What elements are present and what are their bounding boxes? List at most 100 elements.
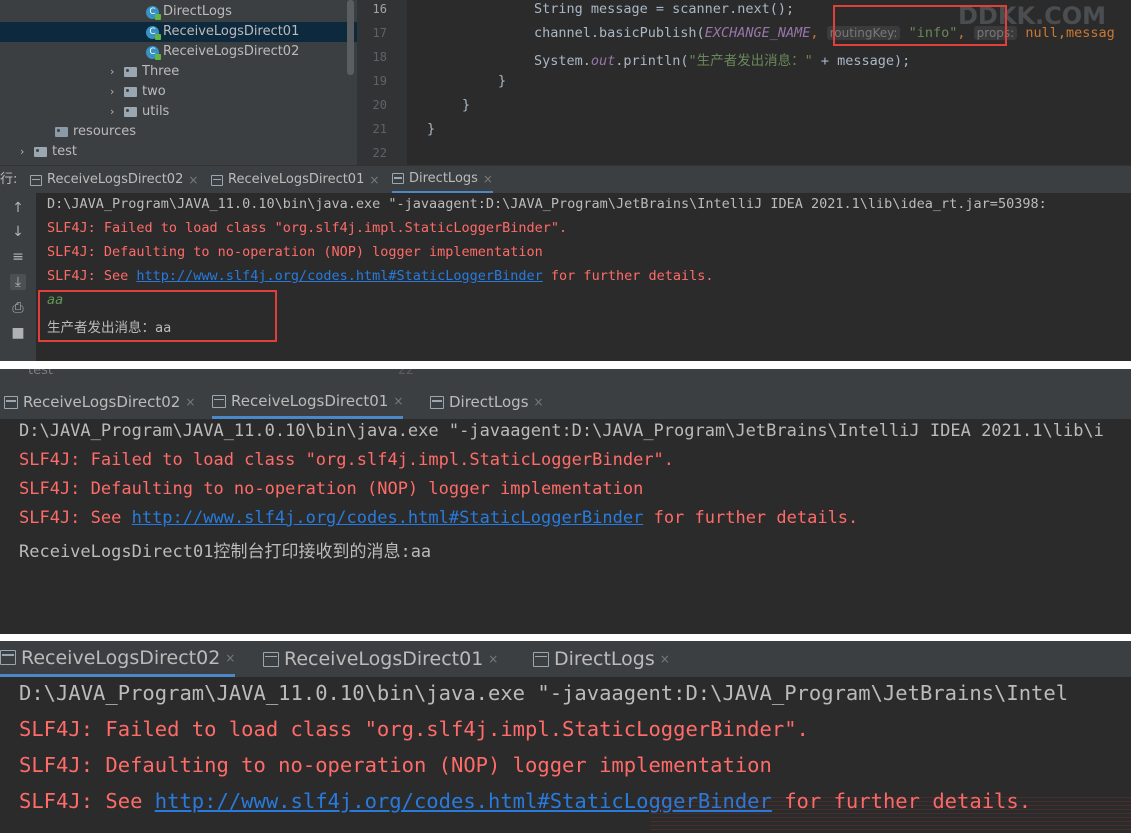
- tree-item-three[interactable]: › Three: [110, 62, 179, 82]
- watermark-overlay: [650, 797, 1131, 833]
- tree-scrollbar[interactable]: [347, 0, 354, 75]
- tab-label: DirectLogs: [554, 648, 655, 670]
- code-line-21: }: [427, 121, 436, 137]
- print-icon[interactable]: ⎙: [10, 300, 26, 316]
- truncated-tree-strip: test 22: [0, 369, 1131, 386]
- console-output-line: ReceiveLogsDirect01控制台打印接收到的消息:aa: [19, 542, 432, 562]
- tree-item-two[interactable]: › two: [110, 82, 166, 102]
- string-token: "生产者发出消息：": [688, 53, 813, 69]
- line-number: 19: [372, 74, 387, 88]
- console-icon: [533, 651, 549, 667]
- tab-receivelogsdirect01[interactable]: ReceiveLogsDirect01 ×: [211, 166, 379, 194]
- tab-label: ReceiveLogsDirect01: [231, 391, 389, 410]
- console-link[interactable]: http://www.slf4j.org/codes.html#StaticLo…: [132, 508, 644, 528]
- tree-item-directlogs[interactable]: C DirectLogs: [146, 2, 232, 22]
- code-line-16: String message = scanner.next();: [534, 1, 794, 17]
- tree-item-label: resources: [73, 124, 137, 139]
- scroll-to-end-icon[interactable]: ⤓: [10, 274, 26, 290]
- close-icon[interactable]: ×: [225, 641, 235, 676]
- line-number: 20: [372, 98, 387, 112]
- console-icon: [30, 174, 42, 186]
- close-icon[interactable]: ×: [488, 641, 498, 677]
- trash-icon[interactable]: ■: [10, 325, 26, 341]
- close-icon[interactable]: ×: [369, 166, 379, 194]
- console-text: for further details.: [643, 508, 859, 528]
- tab-label: ReceiveLogsDirect01: [284, 648, 484, 670]
- image-separator: [0, 634, 1131, 641]
- tab-label: ReceiveLogsDirect02: [21, 646, 221, 669]
- java-class-icon: C: [146, 45, 161, 60]
- java-class-icon: C: [146, 5, 161, 20]
- code-text: System.: [534, 53, 591, 69]
- code-text: .println(: [615, 53, 689, 69]
- console-error-line: SLF4J: See http://www.slf4j.org/codes.ht…: [19, 508, 858, 528]
- package-icon: [124, 107, 137, 117]
- tree-item-receivelogsdirect02[interactable]: C ReceiveLogsDirect02: [146, 42, 299, 62]
- tab-receivelogsdirect01[interactable]: ReceiveLogsDirect01 ×: [263, 641, 498, 677]
- package-icon: [124, 67, 137, 77]
- tab-label: DirectLogs: [449, 393, 529, 411]
- tree-item-receivelogsdirect01[interactable]: C ReceiveLogsDirect01: [0, 22, 357, 42]
- tree-item-label: two: [142, 84, 166, 99]
- tab-directlogs[interactable]: DirectLogs ×: [392, 166, 493, 194]
- console-error-line: SLF4J: Failed to load class "org.slf4j.i…: [47, 220, 568, 236]
- tab-directlogs[interactable]: DirectLogs ×: [533, 641, 670, 677]
- tab-directlogs[interactable]: DirectLogs ×: [430, 386, 544, 419]
- chevron-right-icon[interactable]: ›: [110, 82, 124, 102]
- tree-item-utils[interactable]: › utils: [110, 102, 169, 122]
- close-icon[interactable]: ×: [393, 385, 403, 418]
- console-link[interactable]: http://www.slf4j.org/codes.html#StaticLo…: [136, 268, 542, 284]
- tree-item-label: ReceiveLogsDirect02: [163, 44, 300, 59]
- code-text: String message = scanner.next();: [534, 1, 795, 17]
- image-separator: [0, 361, 1131, 369]
- chevron-right-icon[interactable]: ›: [110, 102, 124, 122]
- tree-item-label: DirectLogs: [163, 4, 232, 19]
- tree-item-test[interactable]: › test: [20, 142, 77, 162]
- run-label: 行:: [0, 172, 18, 187]
- annotation-highlight-box: [38, 290, 277, 342]
- chevron-right-icon[interactable]: ›: [110, 62, 124, 82]
- project-tree: C DirectLogs C ReceiveLogsDirect01 C Rec…: [0, 0, 357, 165]
- console-error-line: SLF4J: See http://www.slf4j.org/codes.ht…: [47, 268, 713, 284]
- console-icon: [0, 650, 16, 665]
- code-text: channel.basicPublish(: [534, 25, 705, 41]
- console-command-line: D:\JAVA_Program\JAVA_11.0.10\bin\java.ex…: [19, 421, 1104, 441]
- chevron-right-icon[interactable]: ›: [20, 142, 34, 162]
- console-command-line: D:\JAVA_Program\JAVA_11.0.10\bin\java.ex…: [19, 681, 1069, 705]
- tree-item-resources[interactable]: resources: [55, 122, 136, 142]
- console-icon: [430, 396, 444, 409]
- console-output[interactable]: D:\JAVA_Program\JAVA_11.0.10\bin\java.ex…: [0, 419, 1131, 634]
- up-arrow-icon[interactable]: ↑: [10, 200, 26, 216]
- close-icon[interactable]: ×: [483, 165, 493, 193]
- annotation-highlight-box: [833, 5, 1007, 46]
- close-icon[interactable]: ×: [660, 641, 670, 677]
- tab-receivelogsdirect02[interactable]: ReceiveLogsDirect02 ×: [30, 166, 198, 194]
- console-text: SLF4J: See: [19, 789, 155, 813]
- code-line-20: }: [462, 97, 471, 113]
- tab-label: ReceiveLogsDirect02: [23, 393, 181, 411]
- close-icon[interactable]: ×: [188, 166, 198, 194]
- line-number: 21: [372, 122, 387, 136]
- tab-label: DirectLogs: [409, 170, 478, 186]
- ide-panel-directlogs: C DirectLogs C ReceiveLogsDirect01 C Rec…: [0, 0, 1131, 361]
- run-tabs-bar: ReceiveLogsDirect02 × ReceiveLogsDirect0…: [0, 386, 1131, 419]
- console-toolbar: ↑ ↓ ≡ ⤓ ⎙ ■: [0, 193, 36, 361]
- tab-receivelogsdirect02[interactable]: ReceiveLogsDirect02 ×: [4, 386, 195, 419]
- tab-receivelogsdirect01[interactable]: ReceiveLogsDirect01 ×: [212, 385, 404, 419]
- tab-label: ReceiveLogsDirect01: [228, 172, 365, 187]
- java-class-icon: C: [146, 25, 161, 40]
- soft-wrap-icon[interactable]: ≡: [10, 249, 26, 265]
- close-icon[interactable]: ×: [185, 386, 195, 419]
- console-error-line: SLF4J: Failed to load class "org.slf4j.i…: [19, 717, 809, 741]
- down-arrow-icon[interactable]: ↓: [10, 224, 26, 240]
- console-text: SLF4J: See: [19, 508, 132, 528]
- close-icon[interactable]: ×: [534, 386, 544, 419]
- console-text: for further details.: [542, 268, 714, 284]
- tab-receivelogsdirect02[interactable]: ReceiveLogsDirect02 ×: [0, 641, 236, 677]
- tree-item-label: test: [52, 144, 77, 159]
- line-number: 22: [398, 369, 414, 378]
- resources-folder-icon: [55, 127, 68, 137]
- console-icon: [392, 173, 404, 184]
- editor-gutter: 16 17 18 19 20 21 22: [357, 0, 426, 165]
- line-number: 18: [372, 50, 387, 64]
